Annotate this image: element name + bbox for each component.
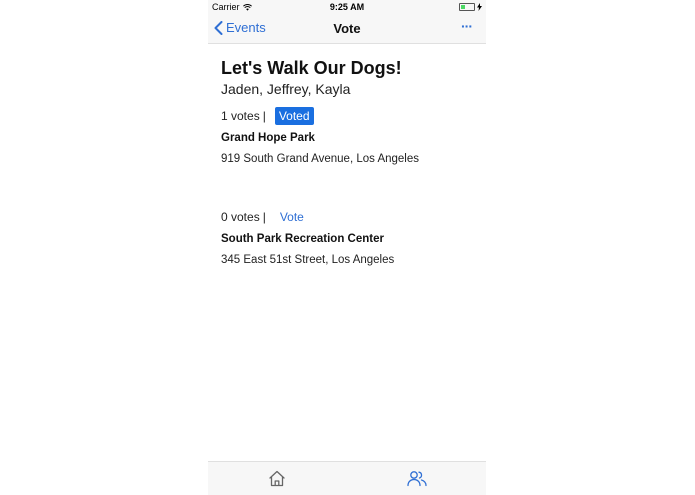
home-icon bbox=[269, 470, 285, 487]
event-title: Let's Walk Our Dogs! bbox=[221, 58, 402, 78]
location-name: South Park Recreation Center bbox=[221, 233, 384, 245]
battery-icon bbox=[459, 3, 475, 11]
navigation-bar: Events Vote ··· bbox=[208, 14, 486, 44]
event-participants: Jaden, Jeffrey, Kayla bbox=[221, 81, 351, 97]
people-icon bbox=[407, 471, 427, 487]
vote-row: 0 votes | Vote bbox=[221, 206, 476, 228]
location-address: 919 South Grand Avenue, Los Angeles bbox=[221, 153, 419, 165]
location-address: 345 East 51st Street, Los Angeles bbox=[221, 254, 395, 266]
clock: 9:25 AM bbox=[329, 2, 365, 12]
vote-count: 0 votes bbox=[221, 210, 260, 224]
charging-bolt-icon bbox=[477, 3, 482, 11]
battery-indicator bbox=[459, 3, 482, 11]
status-bar: Carrier 9:25 AM bbox=[208, 0, 486, 14]
more-options-button[interactable]: ··· bbox=[461, 18, 473, 34]
phone-screen: Carrier 9:25 AM Events Vote ··· Let's Wa… bbox=[208, 0, 486, 495]
location-name: Grand Hope Park bbox=[221, 132, 315, 144]
vote-separator: | bbox=[262, 109, 266, 123]
tab-people[interactable] bbox=[407, 470, 427, 492]
vote-separator: | bbox=[262, 210, 266, 224]
voted-button[interactable]: Voted bbox=[274, 107, 314, 125]
location-option: 0 votes | Vote South Park Recreation Cen… bbox=[221, 206, 476, 266]
tab-bar bbox=[208, 461, 486, 495]
tab-home[interactable] bbox=[268, 470, 286, 492]
main-content: Let's Walk Our Dogs! Jaden, Jeffrey, Kay… bbox=[221, 56, 476, 266]
vote-button[interactable]: Vote bbox=[280, 210, 304, 224]
vote-count: 1 votes bbox=[221, 109, 260, 123]
page-title: Vote bbox=[333, 21, 361, 36]
location-option: 1 votes | Voted Grand Hope Park 919 Sout… bbox=[221, 105, 476, 165]
vote-row: 1 votes | Voted bbox=[221, 105, 476, 127]
